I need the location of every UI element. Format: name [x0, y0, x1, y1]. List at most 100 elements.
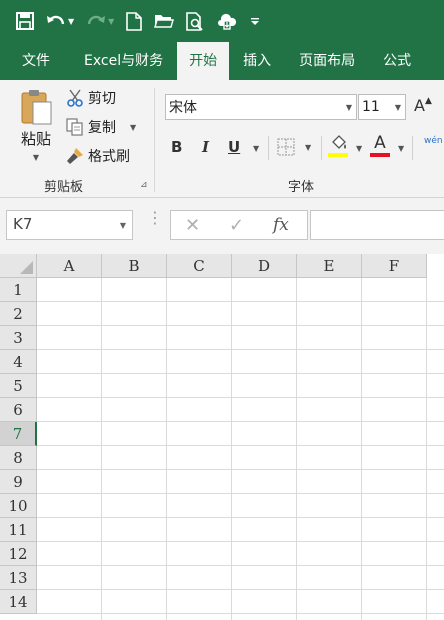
divider [268, 136, 269, 160]
clipboard-group-label: 剪贴板 [44, 180, 84, 195]
row-header-12[interactable]: 12 [0, 542, 37, 566]
font-color-swatch [370, 153, 390, 157]
redo-icon: ▼ [86, 0, 114, 42]
borders-icon [277, 138, 295, 156]
row-header-7[interactable]: 7 [0, 422, 37, 446]
paintbrush-icon [67, 148, 83, 164]
font-color-dropdown-icon[interactable]: ▼ [398, 144, 404, 153]
undo-dropdown-icon[interactable]: ▼ [68, 17, 74, 26]
tab-home[interactable]: 开始 [177, 42, 230, 80]
font-color-button[interactable]: A [370, 134, 390, 157]
underline-button[interactable]: U [228, 138, 240, 156]
scissors-icon [67, 89, 83, 107]
enter-icon[interactable]: ✓ [229, 215, 244, 236]
name-box-value: K7 [13, 215, 33, 233]
insert-function-icon[interactable]: fx [273, 215, 289, 235]
column-header-d[interactable]: D [232, 254, 297, 278]
ribbon: 粘贴 ▼ 剪切 复制 ▼ 格式刷 剪贴板 ⊿ 宋体 ▼ 11 ▼ A ▲ B I… [0, 80, 444, 198]
italic-button[interactable]: I [202, 138, 209, 156]
divider [412, 136, 413, 160]
font-name-combo[interactable]: 宋体 ▼ [165, 94, 357, 120]
copy-dropdown-icon[interactable]: ▼ [130, 123, 136, 132]
font-size-value: 11 [362, 99, 380, 115]
fill-color-swatch [328, 153, 348, 157]
copy-button[interactable]: 复制 ▼ [66, 117, 136, 137]
column-header-b[interactable]: B [102, 254, 167, 278]
paste-button[interactable]: 粘贴 ▼ [14, 88, 58, 162]
row-header-10[interactable]: 10 [0, 494, 37, 518]
cut-label: 剪切 [88, 91, 116, 107]
row-header-9[interactable]: 9 [0, 470, 37, 494]
phonetic-guide-button[interactable]: wén [424, 136, 443, 146]
tab-excel-finance[interactable]: Excel与财务 [70, 42, 177, 80]
row-header-5[interactable]: 5 [0, 374, 37, 398]
gridline [361, 278, 362, 620]
column-header-f[interactable]: F [362, 254, 427, 278]
row-header-11[interactable]: 11 [0, 518, 37, 542]
tab-file[interactable]: 文件 [0, 42, 70, 80]
gridline [37, 349, 444, 350]
row-header-1[interactable]: 1 [0, 278, 37, 302]
gridline [37, 373, 444, 374]
row-header-3[interactable]: 3 [0, 326, 37, 350]
row-header-4[interactable]: 4 [0, 350, 37, 374]
column-header-a[interactable]: A [37, 254, 102, 278]
format-painter-label: 格式刷 [88, 149, 130, 165]
copy-label: 复制 [88, 120, 116, 136]
bold-button[interactable]: B [171, 138, 182, 156]
borders-dropdown-icon[interactable]: ▼ [305, 143, 311, 152]
fill-color-button[interactable] [328, 134, 348, 157]
save-icon[interactable] [16, 0, 34, 42]
worksheet-grid[interactable]: ABCDEF 1 2 3 4 5 6 7 8 9 10 11 12 13 14 [0, 254, 444, 620]
row-header-13[interactable]: 13 [0, 566, 37, 590]
gridline [37, 421, 444, 422]
row-header-8[interactable]: 8 [0, 446, 37, 470]
formula-bar: K7 ▼ ⋮ ✕ ✓ fx [0, 198, 444, 254]
name-box[interactable]: K7 ▼ [6, 210, 133, 240]
open-folder-icon[interactable] [154, 0, 175, 42]
tab-page-layout[interactable]: 页面布局 [285, 42, 369, 80]
customize-toolbar-icon[interactable] [250, 0, 260, 42]
gridline [426, 278, 427, 620]
font-size-combo[interactable]: 11 ▼ [358, 94, 406, 120]
gridline [37, 445, 444, 446]
print-preview-icon[interactable] [186, 0, 204, 42]
gridline [37, 325, 444, 326]
tab-formulas[interactable]: 公式 [369, 42, 425, 80]
gridline [37, 565, 444, 566]
formula-input[interactable] [310, 210, 444, 240]
gridline [37, 613, 444, 614]
grow-font-button[interactable]: A ▲ [414, 96, 432, 116]
gridline [37, 493, 444, 494]
paint-bucket-icon [332, 135, 346, 149]
format-painter-button[interactable]: 格式刷 [66, 146, 130, 166]
select-all-button[interactable] [0, 254, 37, 278]
row-header-6[interactable]: 6 [0, 398, 37, 422]
row-header-2[interactable]: 2 [0, 302, 37, 326]
cut-button[interactable]: 剪切 [66, 88, 116, 108]
cloud-sync-icon[interactable] [216, 0, 238, 42]
column-header-e[interactable]: E [297, 254, 362, 278]
new-document-icon[interactable] [126, 0, 143, 42]
quick-access-toolbar: ▼ ▼ [0, 0, 444, 42]
copy-icon [66, 118, 83, 136]
fill-color-dropdown-icon[interactable]: ▼ [356, 144, 362, 153]
name-box-dropdown-icon[interactable]: ▼ [120, 221, 126, 230]
redo-dropdown-icon: ▼ [108, 16, 115, 26]
font-size-dropdown-icon[interactable]: ▼ [395, 103, 401, 112]
undo-icon[interactable]: ▼ [46, 0, 74, 42]
borders-button[interactable]: ▼ [277, 138, 311, 156]
formula-buttons: ✕ ✓ fx [170, 210, 308, 240]
font-name-dropdown-icon[interactable]: ▼ [346, 103, 352, 112]
gridline [231, 278, 232, 620]
gridline [37, 589, 444, 590]
gridline [37, 517, 444, 518]
formula-bar-grip-icon[interactable]: ⋮ [147, 210, 163, 226]
paste-dropdown-icon[interactable]: ▼ [33, 153, 39, 162]
underline-dropdown-icon[interactable]: ▼ [253, 144, 259, 153]
cancel-icon[interactable]: ✕ [185, 215, 200, 236]
dialog-launcher-icon[interactable]: ⊿ [140, 180, 148, 190]
tab-insert[interactable]: 插入 [229, 42, 285, 80]
row-header-14[interactable]: 14 [0, 590, 37, 614]
column-header-c[interactable]: C [167, 254, 232, 278]
